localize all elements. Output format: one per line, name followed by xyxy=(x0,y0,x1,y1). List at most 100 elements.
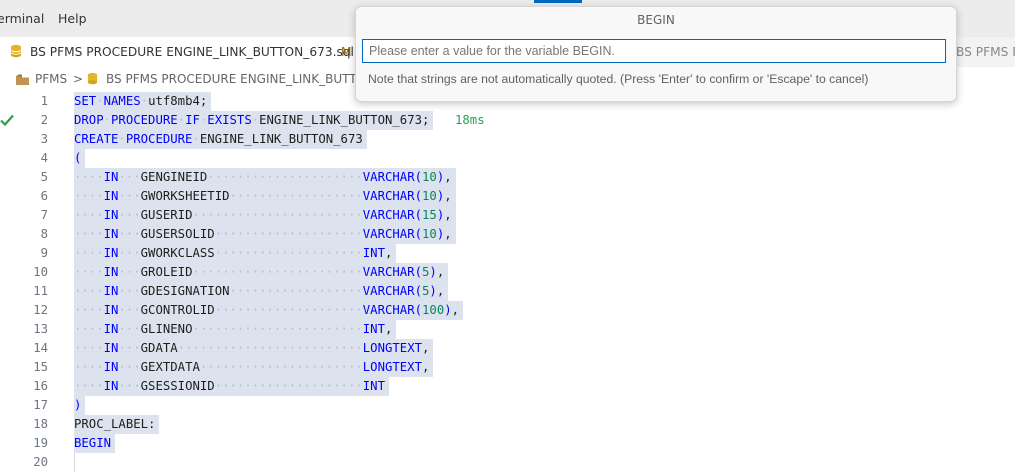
dialog-title: BEGIN xyxy=(637,13,675,27)
variable-value-input[interactable] xyxy=(362,39,946,63)
keyword: IN xyxy=(103,322,119,336)
param-name: GSESSIONID xyxy=(140,379,215,393)
line-number: 10 xyxy=(33,265,48,279)
code-text: ····IN···GDESIGNATION··················V… xyxy=(74,282,449,301)
param-separator: , xyxy=(444,227,452,241)
code-text: ····IN···GEXTDATA······················L… xyxy=(74,358,434,377)
breadcrumb-folder[interactable]: PFMS xyxy=(35,72,67,86)
param-type: VARCHAR xyxy=(362,303,415,317)
code-line: 6 ····IN···GWORKSHEETID··················… xyxy=(0,187,1015,206)
code-text: ····IN···GUSERID·······················V… xyxy=(74,206,456,225)
indent-guide xyxy=(74,453,75,472)
line-number: 13 xyxy=(33,322,48,336)
keyword: IN xyxy=(103,170,119,184)
folder-icon xyxy=(16,74,29,85)
tab-active-file[interactable]: BS PFMS PROCEDURE ENGINE_LINK_BUTTON_673… xyxy=(0,37,360,67)
param-separator: , xyxy=(385,246,393,260)
menu-terminal[interactable]: erminal xyxy=(0,11,44,26)
identifier: PROC_LABEL: xyxy=(74,417,156,431)
param-name: GWORKCLASS xyxy=(140,246,215,260)
line-number: 12 xyxy=(33,303,48,317)
code-text: ····IN···GUSERSOLID····················V… xyxy=(74,225,456,244)
param-type: INT xyxy=(362,322,385,336)
param-type: INT xyxy=(362,246,385,260)
line-number: 11 xyxy=(33,284,48,298)
code-text: ( xyxy=(74,149,86,168)
keyword: PROCEDURE xyxy=(125,132,193,146)
param-size: 10 xyxy=(422,227,437,241)
param-type: VARCHAR xyxy=(362,208,415,222)
keyword: IN xyxy=(103,341,119,355)
param-name: GDATA xyxy=(140,341,178,355)
param-name: GENGINEID xyxy=(140,170,208,184)
param-type: LONGTEXT xyxy=(362,341,423,355)
param-type: VARCHAR xyxy=(362,170,415,184)
code-text: ····IN···GWORKSHEETID··················V… xyxy=(74,187,456,206)
keyword: PROCEDURE xyxy=(111,113,178,127)
keyword: IN xyxy=(103,360,119,374)
identifier: ENGINE_LINK_BUTTON_673 xyxy=(199,132,363,146)
code-text: ····IN···GCONTROLID····················V… xyxy=(74,301,464,320)
keyword: SET xyxy=(74,94,97,108)
line-number: 16 xyxy=(33,379,48,393)
code-line: 5 ····IN···GENGINEID·····················… xyxy=(0,168,1015,187)
param-name: GUSERID xyxy=(140,208,193,222)
database-icon xyxy=(87,72,98,85)
code-line: 4 ( xyxy=(0,149,1015,168)
keyword: IN xyxy=(103,189,119,203)
database-icon xyxy=(10,44,22,58)
param-name: GDESIGNATION xyxy=(140,284,230,298)
tab-second-file[interactable]: BS PFMS F xyxy=(956,45,1015,59)
line-number: 19 xyxy=(33,436,48,450)
param-size: 15 xyxy=(422,208,437,222)
code-line: 7 ····IN···GUSERID·······················… xyxy=(0,206,1015,225)
dialog-note: Note that strings are not automatically … xyxy=(368,72,869,86)
menu-help[interactable]: Help xyxy=(58,11,87,26)
code-line: 20 xyxy=(0,453,1015,472)
line-number: 2 xyxy=(40,113,48,127)
line-number: 15 xyxy=(33,360,48,374)
line-number: 1 xyxy=(40,94,48,108)
line-number: 4 xyxy=(40,151,48,165)
param-size: 10 xyxy=(422,189,437,203)
code-line: 18 PROC_LABEL: xyxy=(0,415,1015,434)
param-name: GEXTDATA xyxy=(140,360,200,374)
paren: ) xyxy=(74,398,82,412)
param-separator: , xyxy=(451,303,460,317)
param-name: GLINENO xyxy=(140,322,193,336)
code-text: CREATE·PROCEDURE·ENGINE_LINK_BUTTON_673 xyxy=(74,130,367,149)
code-line: 17 ) xyxy=(0,396,1015,415)
code-text: ····IN···GSESSIONID····················I… xyxy=(74,377,389,396)
identifier: utf8mb4; xyxy=(148,94,208,108)
code-text: BEGIN xyxy=(74,434,116,453)
keyword: IF xyxy=(185,113,200,127)
identifier: ENGINE_LINK_BUTTON_673; xyxy=(259,113,430,127)
param-type: VARCHAR xyxy=(362,265,415,279)
paren: ( xyxy=(74,151,82,165)
code-line: 14 ····IN···GDATA························… xyxy=(0,339,1015,358)
code-text: ····IN···GWORKCLASS····················I… xyxy=(74,244,397,263)
param-separator: , xyxy=(422,341,430,355)
code-text: PROC_LABEL: xyxy=(74,415,160,434)
param-type: VARCHAR xyxy=(362,284,415,298)
keyword: EXISTS xyxy=(207,113,252,127)
code-editor[interactable]: 1 SET·NAMES·utf8mb4; 2 DROP·PROCEDURE·IF… xyxy=(0,92,1015,472)
param-name: GUSERSOLID xyxy=(140,227,215,241)
code-line: 15 ····IN···GEXTDATA·····················… xyxy=(0,358,1015,377)
code-text: ····IN···GLINENO·······················I… xyxy=(74,320,397,339)
param-type: VARCHAR xyxy=(362,189,415,203)
keyword: IN xyxy=(103,227,119,241)
code-line: 19 BEGIN xyxy=(0,434,1015,453)
code-line: 11 ····IN···GDESIGNATION·················… xyxy=(0,282,1015,301)
code-line: 12 ····IN···GCONTROLID···················… xyxy=(0,301,1015,320)
breadcrumb-separator: > xyxy=(73,72,84,86)
code-text: SET·NAMES·utf8mb4; xyxy=(74,92,212,111)
code-text: ) xyxy=(74,396,86,415)
keyword: IN xyxy=(103,303,119,317)
line-number: 8 xyxy=(40,227,48,241)
breadcrumb-file[interactable]: BS PFMS PROCEDURE ENGINE_LINK_BUTTO xyxy=(106,72,366,86)
param-separator: , xyxy=(436,284,445,298)
line-number: 14 xyxy=(33,341,48,355)
param-name: GCONTROLID xyxy=(140,303,215,317)
keyword: CREATE xyxy=(74,132,119,146)
